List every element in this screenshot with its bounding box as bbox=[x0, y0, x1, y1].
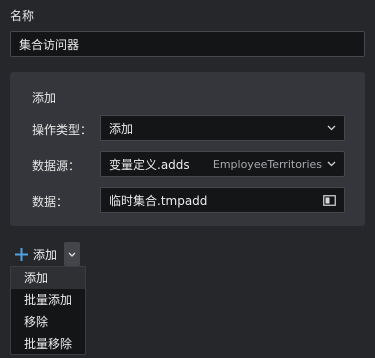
chevron-down-icon bbox=[68, 252, 76, 257]
data-label: 数据： bbox=[32, 195, 69, 209]
data-input[interactable]: 临时集合.tmpadd bbox=[100, 187, 345, 213]
chevron-down-icon bbox=[326, 123, 336, 133]
add-panel-title: 添加 bbox=[32, 91, 57, 105]
name-input-value: 集合访问器 bbox=[19, 37, 80, 52]
operation-type-value: 添加 bbox=[109, 121, 134, 136]
data-source-select[interactable]: 变量定义.adds EmployeeTerritories bbox=[100, 151, 345, 177]
name-label: 名称 bbox=[10, 9, 35, 23]
chevron-down-icon bbox=[326, 159, 336, 169]
operation-type-label: 操作类型： bbox=[32, 123, 93, 137]
add-dropdown-menu: 添加 批量添加 移除 批量移除 bbox=[10, 266, 86, 355]
menu-item-batch-add[interactable]: 批量添加 bbox=[11, 289, 85, 311]
data-value: 临时集合.tmpadd bbox=[109, 193, 208, 208]
data-source-value: 变量定义.adds bbox=[109, 157, 190, 172]
name-input[interactable]: 集合访问器 bbox=[10, 31, 365, 57]
menu-item-batch-remove[interactable]: 批量移除 bbox=[11, 333, 85, 355]
plus-icon bbox=[14, 247, 29, 262]
menu-item-remove[interactable]: 移除 bbox=[11, 311, 85, 333]
panel-toggle-icon[interactable] bbox=[323, 194, 336, 206]
add-dropdown-toggle[interactable] bbox=[64, 242, 80, 266]
data-source-secondary: EmployeeTerritories bbox=[212, 157, 322, 171]
operation-type-select[interactable]: 添加 bbox=[100, 115, 345, 141]
add-button[interactable]: 添加 bbox=[14, 244, 57, 264]
add-button-label: 添加 bbox=[33, 247, 58, 262]
menu-item-add[interactable]: 添加 bbox=[11, 267, 85, 289]
data-source-label: 数据源： bbox=[32, 159, 81, 173]
